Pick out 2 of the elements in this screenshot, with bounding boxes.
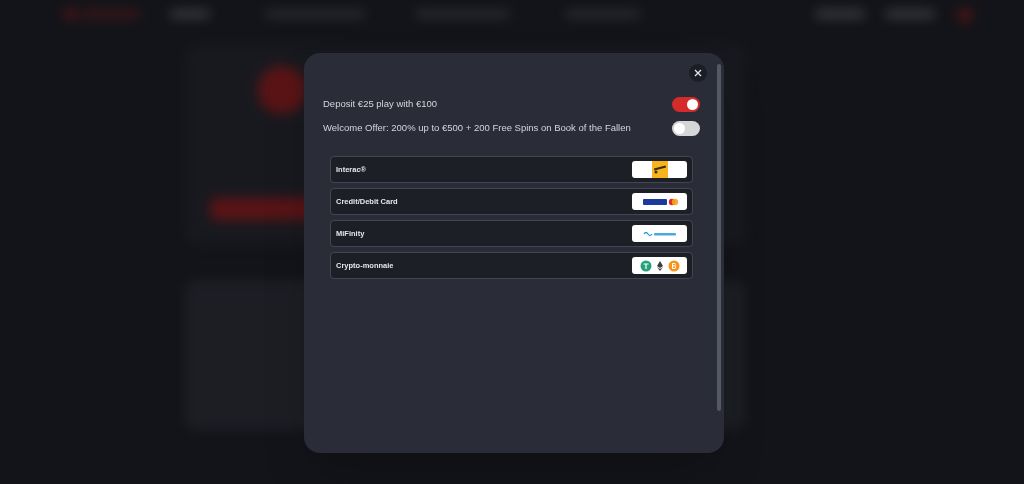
bonus-label: Welcome Offer: 200% up to €500 + 200 Free Spins on Book of the Fallen [323, 120, 631, 135]
bonus-label: Deposit €25 play with €100 [323, 96, 438, 111]
